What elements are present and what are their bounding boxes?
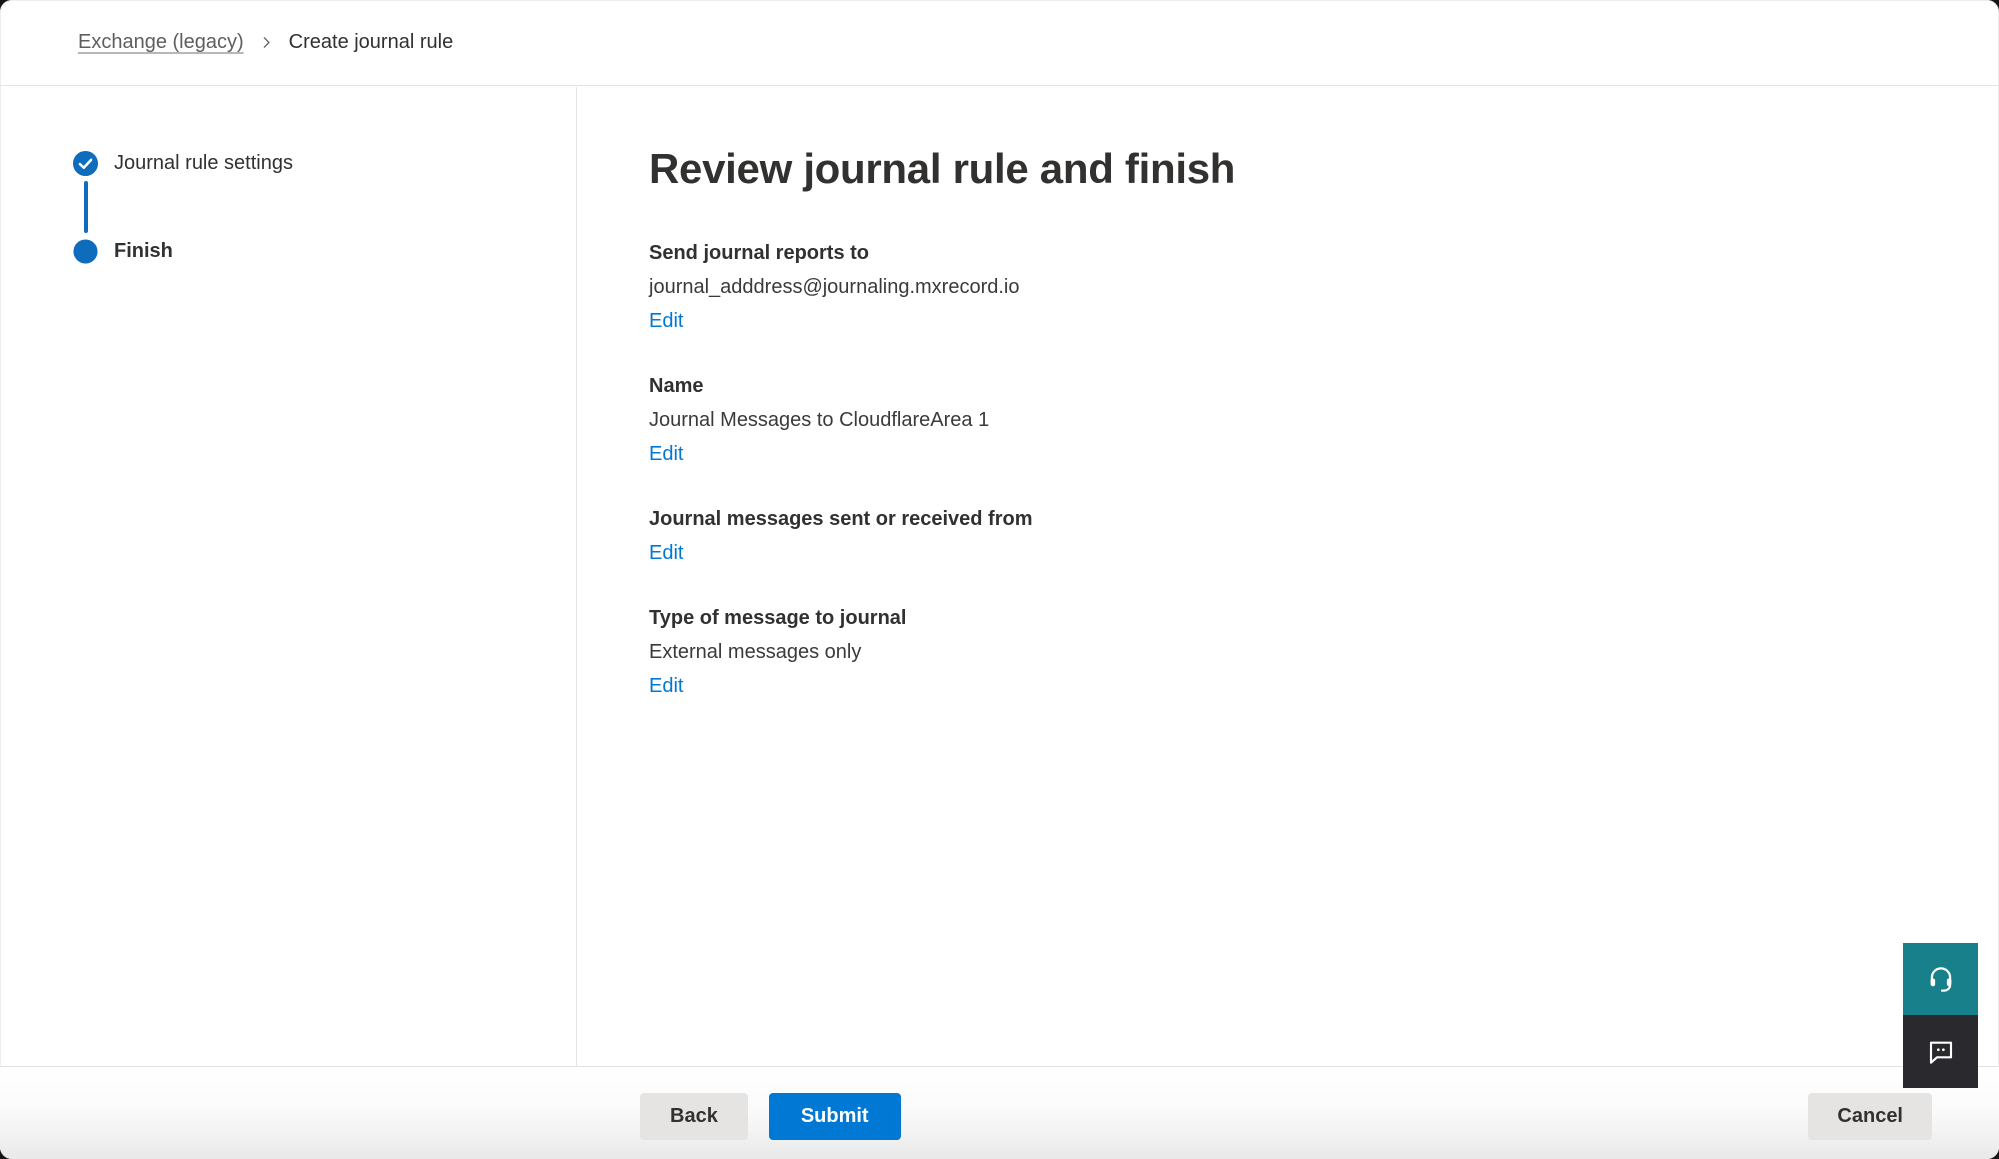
review-section-send-journal-reports-to: Send journal reports to journal_adddress… <box>649 239 1959 335</box>
chevron-right-icon <box>259 35 274 50</box>
section-value: journal_adddress@journaling.mxrecord.io <box>649 273 1959 301</box>
review-section-type-of-message: Type of message to journal External mess… <box>649 604 1959 700</box>
breadcrumb-current-create-journal-rule: Create journal rule <box>289 31 454 54</box>
section-label: Send journal reports to <box>649 239 1959 267</box>
check-circle-icon <box>72 150 99 177</box>
wizard-step-finish[interactable]: Finish <box>72 238 576 265</box>
wizard-body: Journal rule settings Finish Review jour… <box>0 87 1999 1066</box>
section-label: Journal messages sent or received from <box>649 505 1959 533</box>
breadcrumb: Exchange (legacy) Create journal rule <box>0 0 1999 86</box>
page-title: Review journal rule and finish <box>649 143 1959 195</box>
wizard-step-label: Finish <box>114 240 173 263</box>
edit-type-of-message-link[interactable]: Edit <box>649 672 683 700</box>
back-button[interactable]: Back <box>640 1093 748 1140</box>
review-section-name: Name Journal Messages to CloudflareArea … <box>649 372 1959 468</box>
section-value: Journal Messages to CloudflareArea 1 <box>649 406 1959 434</box>
review-section-journal-messages-from: Journal messages sent or received from E… <box>649 505 1959 567</box>
section-label: Type of message to journal <box>649 604 1959 632</box>
chat-bubble-icon <box>1925 1036 1957 1068</box>
filled-circle-icon <box>72 238 99 265</box>
edit-journal-messages-link[interactable]: Edit <box>649 539 683 567</box>
review-content: Review journal rule and finish Send jour… <box>577 87 1999 1066</box>
feedback-button[interactable] <box>1903 1015 1978 1088</box>
headset-icon <box>1925 963 1957 995</box>
wizard-step-label: Journal rule settings <box>114 152 293 175</box>
submit-button[interactable]: Submit <box>769 1093 901 1140</box>
wizard-footer: Back Submit Cancel <box>0 1066 1999 1159</box>
step-connector-line <box>84 181 88 233</box>
floating-side-buttons <box>1903 943 1978 1088</box>
support-button[interactable] <box>1903 943 1978 1015</box>
wizard-step-journal-rule-settings[interactable]: Journal rule settings <box>72 150 576 177</box>
edit-send-journal-reports-link[interactable]: Edit <box>649 307 683 335</box>
edit-name-link[interactable]: Edit <box>649 440 683 468</box>
footer-primary-actions: Back Submit <box>640 1093 901 1140</box>
wizard-steps-panel: Journal rule settings Finish <box>0 87 577 1066</box>
section-value: External messages only <box>649 638 1959 666</box>
exchange-admin-window: Exchange (legacy) Create journal rule Jo… <box>0 0 1999 1159</box>
breadcrumb-link-exchange-legacy[interactable]: Exchange (legacy) <box>78 31 244 54</box>
section-label: Name <box>649 372 1959 400</box>
cancel-button[interactable]: Cancel <box>1808 1093 1932 1140</box>
